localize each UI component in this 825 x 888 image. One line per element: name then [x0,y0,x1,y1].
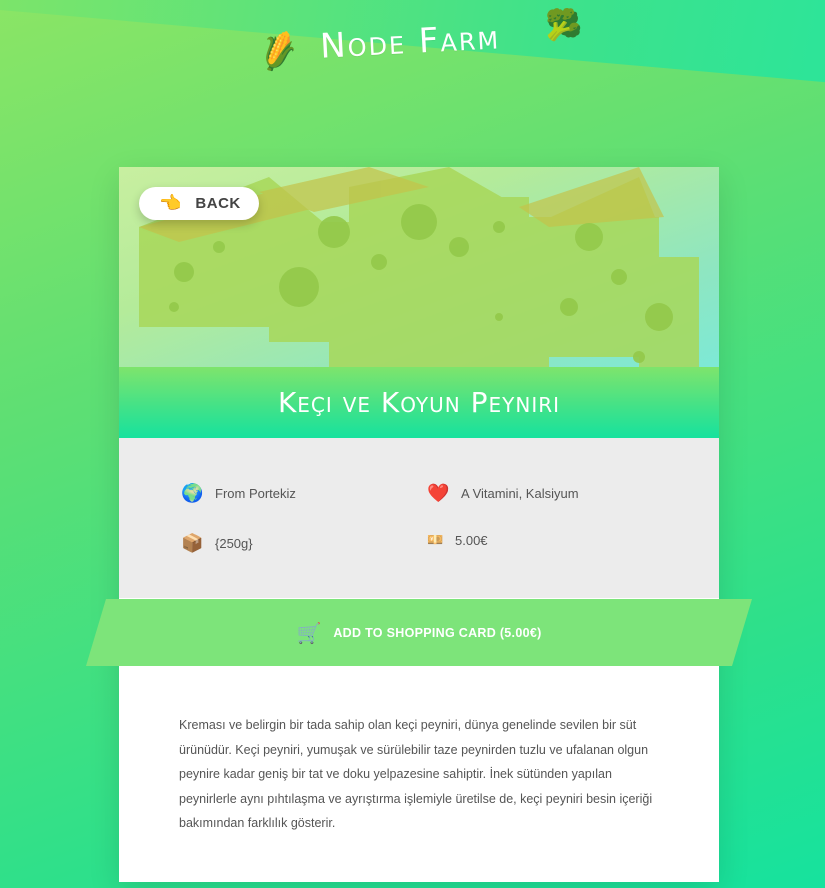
price-text: 5.00€ [455,533,488,548]
product-image: 👈 BACK [119,167,719,367]
header: 🌽 Node Farm 🥦 [0,0,825,110]
money-icon: 💴 [427,533,444,548]
package-icon: 📦 [181,533,204,554]
nutrients-text: A Vitamini, Kalsiyum [461,486,579,501]
pointing-hand-icon: 👈 [159,193,182,213]
brand-logo[interactable]: Node Farm [319,17,501,66]
quantity-text: {250g} [215,536,253,551]
origin-text: From Portekiz [215,486,296,501]
back-button[interactable]: 👈 BACK [139,187,259,220]
corn-icon: 🌽 [255,29,303,76]
product-description: Kreması ve belirgin bir tada sahip olan … [179,718,653,830]
product-info: 🌍 From Portekiz ❤️ A Vitamini, Kalsiyum … [119,438,719,598]
product-card: 👈 BACK Keçi ve Koyun Peynırı 🌍 From Port… [119,167,719,882]
shopping-cart-icon: 🛒 [296,620,322,645]
heart-icon: ❤️ [427,483,450,504]
price-info: 💴 5.00€ [427,533,488,548]
globe-icon: 🌍 [181,483,204,504]
quantity-info: 📦 {250g} [181,533,253,554]
back-button-label: BACK [195,195,241,212]
product-title: Keçi ve Koyun Peynırı [277,386,561,419]
product-title-band: Keçi ve Koyun Peynırı [119,367,719,438]
broccoli-icon: 🥦 [545,8,583,43]
nutrients-info: ❤️ A Vitamini, Kalsiyum [427,483,579,504]
add-to-cart-button[interactable]: 🛒 ADD TO SHOPPING CARD (5.00€) [86,599,752,666]
add-to-cart-label: ADD TO SHOPPING CARD (5.00€) [333,625,542,640]
origin-info: 🌍 From Portekiz [181,483,296,504]
